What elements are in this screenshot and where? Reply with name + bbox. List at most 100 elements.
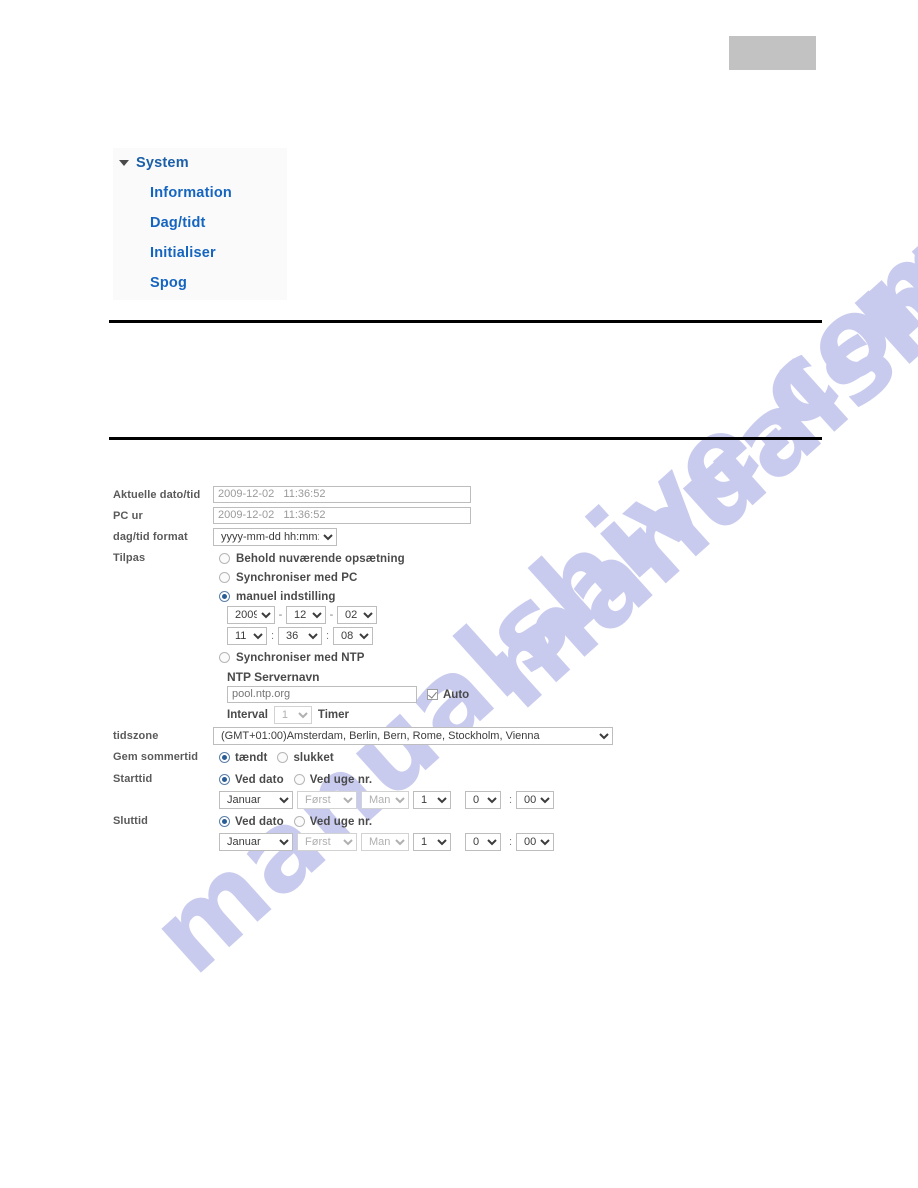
manual-day-select[interactable]: 02 — [337, 606, 377, 624]
sidebar-item-dagtidt[interactable]: Dag/tidt — [113, 208, 287, 238]
end-weekday-select[interactable]: Man — [361, 833, 409, 851]
field-label: Aktuelle dato/tid — [113, 489, 201, 501]
field-label: Tilpas — [113, 552, 146, 564]
dst-on-label: tændt — [235, 751, 268, 764]
radio-icon — [219, 652, 230, 663]
radio-icon-selected — [219, 591, 230, 602]
field-current-datetime: Aktuelle dato/tid — [113, 486, 673, 504]
ntp-server-row: Auto — [227, 686, 673, 703]
radio-label: Behold nuværende opsætning — [236, 552, 405, 565]
sidebar-item-system[interactable]: System — [113, 148, 287, 178]
radio-icon-selected[interactable] — [219, 774, 230, 785]
start-mode-radio-group: Ved dato Ved uge nr. — [219, 770, 673, 789]
radio-sync-pc[interactable]: Synchroniser med PC — [219, 568, 673, 587]
start-day-select[interactable]: 1 — [413, 791, 451, 809]
ntp-interval-row: Interval 1 Timer — [227, 706, 673, 724]
sidebar-item-label: Initialiser — [150, 245, 216, 261]
end-time-selects: Januar Først Man 1 0 : 00 — [219, 833, 673, 851]
field-label: Sluttid — [113, 815, 148, 827]
radio-icon-selected[interactable] — [219, 752, 230, 763]
end-day-select[interactable]: 1 — [413, 833, 451, 851]
radio-icon[interactable] — [293, 816, 305, 827]
manual-second-select[interactable]: 08 — [333, 627, 373, 645]
start-ordinal-select[interactable]: Først — [297, 791, 357, 809]
radio-icon[interactable] — [293, 774, 305, 785]
datetime-settings-form: Aktuelle dato/tid PC ur dag/tid format y… — [113, 486, 673, 854]
start-month-select[interactable]: Januar — [219, 791, 293, 809]
dst-radio-group: tændt slukket — [219, 748, 673, 767]
sidebar-item-label: Dag/tidt — [150, 215, 206, 231]
end-mode-radio-group: Ved dato Ved uge nr. — [219, 812, 673, 831]
field-label: Gem sommertid — [113, 751, 199, 763]
start-weekday-select[interactable]: Man — [361, 791, 409, 809]
sidebar-item-information[interactable]: Information — [113, 178, 287, 208]
end-minute-select[interactable]: 00 — [516, 833, 554, 851]
section-divider-top — [109, 320, 822, 323]
manual-time-row: 11 : 36 : 08 — [227, 627, 673, 645]
radio-keep-current[interactable]: Behold nuværende opsætning — [219, 549, 673, 568]
field-start-time: Starttid Ved dato Ved uge nr. Januar Før… — [113, 770, 673, 809]
start-minute-select[interactable]: 00 — [516, 791, 554, 809]
start-by-week-label: Ved uge nr. — [309, 773, 373, 786]
end-by-date-label: Ved dato — [235, 815, 284, 828]
field-pc-clock: PC ur — [113, 507, 673, 525]
field-datetime-format: dag/tid format yyyy-mm-dd hh:mm:ss — [113, 528, 673, 546]
ntp-server-label: NTP Servernavn — [227, 670, 320, 684]
time-separator: : — [508, 836, 513, 848]
field-end-time: Sluttid Ved dato Ved uge nr. Januar Førs… — [113, 812, 673, 851]
manual-minute-select[interactable]: 36 — [278, 627, 322, 645]
current-datetime-input[interactable] — [213, 486, 471, 503]
field-daylight-saving: Gem sommertid tændt slukket — [113, 748, 673, 767]
radio-manual[interactable]: manuel indstilling — [219, 587, 673, 606]
ntp-server-input[interactable] — [227, 686, 417, 703]
sidebar-item-label: System — [136, 155, 189, 171]
field-label: PC ur — [113, 510, 143, 522]
radio-icon — [219, 572, 230, 583]
time-separator: : — [270, 630, 275, 642]
start-by-date-label: Ved dato — [235, 773, 284, 786]
radio-icon[interactable] — [277, 752, 289, 763]
manual-date-row: 2009 - 12 - 02 — [227, 606, 673, 624]
radio-sync-ntp[interactable]: Synchroniser med NTP — [219, 648, 673, 667]
sidebar-item-spog[interactable]: Spog — [113, 268, 287, 298]
sidebar-item-label: Information — [150, 185, 232, 201]
field-label: Starttid — [113, 773, 153, 785]
timezone-select[interactable]: (GMT+01:00)Amsterdam, Berlin, Bern, Rome… — [213, 727, 613, 745]
caret-down-icon — [119, 160, 129, 166]
interval-unit-label: Timer — [317, 709, 350, 721]
interval-label: Interval — [227, 709, 268, 721]
manual-month-select[interactable]: 12 — [286, 606, 326, 624]
manual-year-select[interactable]: 2009 — [227, 606, 275, 624]
sidebar-menu: System Information Dag/tidt Initialiser … — [113, 148, 287, 300]
end-by-week-label: Ved uge nr. — [309, 815, 373, 828]
sidebar-item-label: Spog — [150, 275, 188, 291]
header-gray-placeholder — [729, 36, 816, 70]
end-month-select[interactable]: Januar — [219, 833, 293, 851]
field-adjust-mode: Tilpas Behold nuværende opsætning Synchr… — [113, 549, 673, 724]
section-divider-bottom — [109, 437, 822, 440]
dst-off-label: slukket — [293, 751, 334, 764]
field-label: tidszone — [113, 730, 159, 742]
time-separator: : — [325, 630, 330, 642]
pc-clock-input[interactable] — [213, 507, 471, 524]
radio-label: manuel indstilling — [236, 590, 336, 603]
datetime-format-select[interactable]: yyyy-mm-dd hh:mm:ss — [213, 528, 337, 546]
radio-label: Synchroniser med PC — [236, 571, 358, 584]
end-ordinal-select[interactable]: Først — [297, 833, 357, 851]
date-separator: - — [329, 609, 334, 621]
ntp-auto-label: Auto — [443, 688, 470, 701]
field-timezone: tidszone (GMT+01:00)Amsterdam, Berlin, B… — [113, 727, 673, 745]
time-separator: : — [508, 794, 513, 806]
start-hour-select[interactable]: 0 — [465, 791, 501, 809]
end-hour-select[interactable]: 0 — [465, 833, 501, 851]
radio-icon — [219, 553, 230, 564]
checkbox-checked-icon[interactable] — [427, 689, 438, 700]
radio-label: Synchroniser med NTP — [236, 651, 365, 664]
start-time-selects: Januar Først Man 1 0 : 00 — [219, 791, 673, 809]
field-label: dag/tid format — [113, 531, 188, 543]
sidebar-item-initialiser[interactable]: Initialiser — [113, 238, 287, 268]
date-separator: - — [278, 609, 283, 621]
manual-hour-select[interactable]: 11 — [227, 627, 267, 645]
radio-icon-selected[interactable] — [219, 816, 230, 827]
ntp-interval-select[interactable]: 1 — [273, 706, 312, 724]
